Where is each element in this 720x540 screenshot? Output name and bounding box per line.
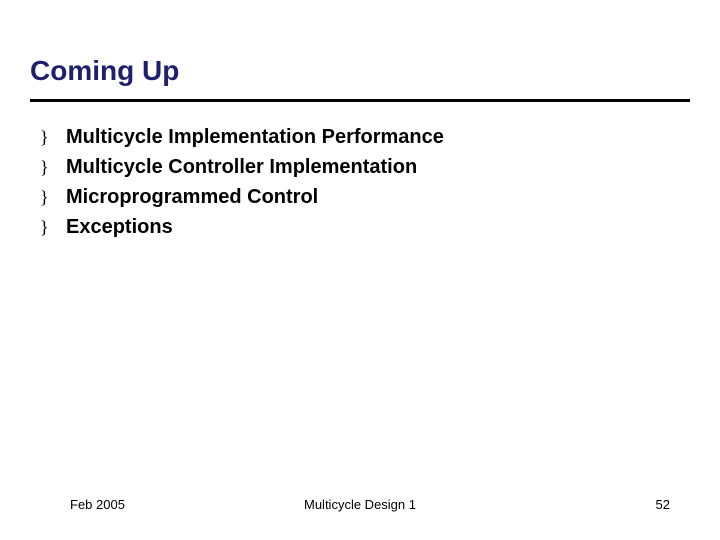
bullet-text: Multicycle Controller Implementation <box>66 154 417 180</box>
slide-container: Coming Up } Multicycle Implementation Pe… <box>0 0 720 540</box>
bullet-text: Exceptions <box>66 214 173 240</box>
list-item: } Microprogrammed Control <box>40 184 690 210</box>
bullet-text: Microprogrammed Control <box>66 184 318 210</box>
slide-title: Coming Up <box>30 55 690 87</box>
bullet-marker-icon: } <box>40 124 66 150</box>
footer-date: Feb 2005 <box>70 497 125 512</box>
bullet-marker-icon: } <box>40 214 66 240</box>
title-divider <box>30 99 690 102</box>
bullet-marker-icon: } <box>40 184 66 210</box>
bullet-text: Multicycle Implementation Performance <box>66 124 444 150</box>
bullet-list: } Multicycle Implementation Performance … <box>30 124 690 240</box>
bullet-marker-icon: } <box>40 154 66 180</box>
list-item: } Multicycle Implementation Performance <box>40 124 690 150</box>
slide-footer: Feb 2005 Multicycle Design 1 52 <box>0 497 720 512</box>
footer-page-number: 52 <box>656 497 670 512</box>
list-item: } Exceptions <box>40 214 690 240</box>
footer-title: Multicycle Design 1 <box>304 497 416 512</box>
list-item: } Multicycle Controller Implementation <box>40 154 690 180</box>
